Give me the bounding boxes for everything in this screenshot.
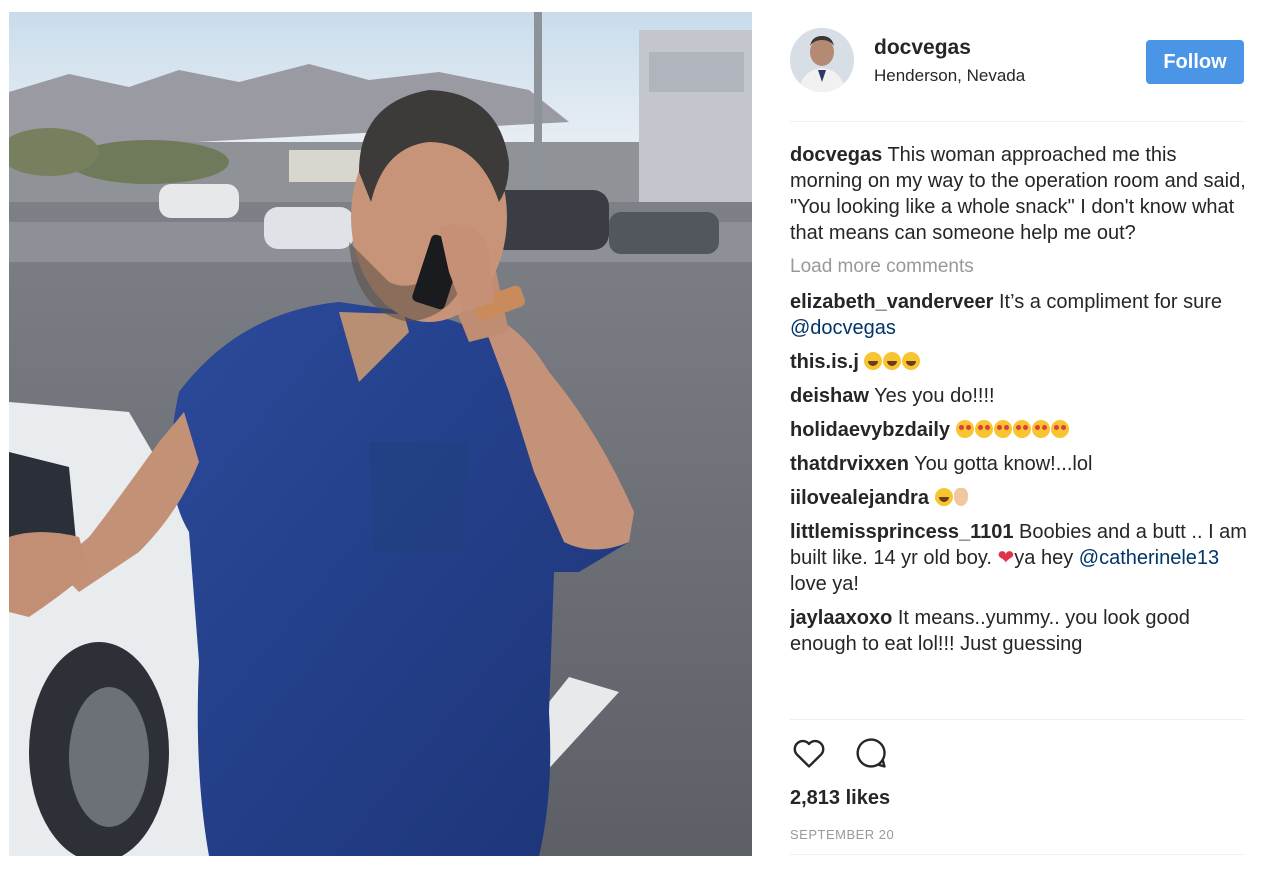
post-photo-illustration [9, 12, 752, 856]
avatar[interactable] [790, 28, 854, 92]
comment-username[interactable]: deishaw [790, 385, 869, 407]
heart-eyes-emoji-icon [1012, 420, 1031, 438]
list-item: jaylaaxoxo It means..yummy.. you look go… [790, 605, 1248, 657]
laughing-emoji-icon [902, 352, 921, 370]
comment-text: It’s a compliment for sure [999, 291, 1223, 313]
comment-mention[interactable]: @docvegas [790, 317, 896, 339]
list-item: deishaw Yes you do!!!! [790, 383, 1248, 409]
comment-username[interactable]: iilovealejandra [790, 487, 929, 509]
heart-outline-icon[interactable] [790, 734, 828, 772]
comment-bubble-icon[interactable] [852, 734, 890, 772]
ok-hand-emoji-icon [953, 488, 968, 506]
heart-eyes-emoji-icon [955, 420, 974, 438]
post-side-panel: docvegas Henderson, Nevada Follow docveg… [772, 12, 1250, 872]
caption-username[interactable]: docvegas [790, 144, 882, 166]
list-item: holidaevybzdaily [790, 417, 1248, 443]
laughing-emoji-icon [934, 488, 953, 506]
comment-mention[interactable]: @catherinele13 [1079, 547, 1219, 569]
laughing-emoji-icon [864, 352, 883, 370]
heart-eyes-emoji-icon [974, 420, 993, 438]
post-header: docvegas Henderson, Nevada Follow [790, 28, 1245, 98]
follow-button[interactable]: Follow [1146, 40, 1244, 84]
post-caption: docvegas This woman approached me this m… [790, 142, 1248, 246]
comment-username[interactable]: thatdrvixxen [790, 453, 909, 475]
list-item: thatdrvixxen You gotta know!...lol [790, 451, 1248, 477]
comment-text: You gotta know!...lol [914, 453, 1093, 475]
red-heart-emoji-icon: ❤ [997, 547, 1015, 569]
post-photo[interactable] [9, 12, 752, 856]
comments-fade [790, 700, 1248, 720]
actions-divider [790, 719, 1245, 720]
laughing-emoji-icon [883, 352, 902, 370]
list-item: this.is.j [790, 349, 1248, 375]
footer-divider [790, 854, 1245, 855]
comments-list[interactable]: docvegas This woman approached me this m… [790, 142, 1248, 717]
heart-eyes-emoji-icon [1050, 420, 1069, 438]
author-location[interactable]: Henderson, Nevada [874, 66, 1025, 86]
heart-eyes-emoji-icon [993, 420, 1012, 438]
comment-text: Yes you do!!!! [874, 385, 995, 407]
header-divider [790, 121, 1245, 122]
load-more-comments-button[interactable]: Load more comments [790, 254, 1248, 280]
list-item: littlemissprincess_1101 Boobies and a bu… [790, 519, 1248, 597]
action-bar [790, 734, 1245, 774]
heart-eyes-emoji-icon [1031, 420, 1050, 438]
comment-username[interactable]: jaylaaxoxo [790, 607, 892, 629]
author-username[interactable]: docvegas [874, 36, 971, 60]
comment-username[interactable]: elizabeth_vanderveer [790, 291, 993, 313]
comment-username[interactable]: littlemissprincess_1101 [790, 521, 1013, 543]
like-count[interactable]: 2,813 likes [790, 787, 890, 810]
list-item: elizabeth_vanderveer It’s a compliment f… [790, 289, 1248, 341]
post-date[interactable]: SEPTEMBER 20 [790, 827, 894, 842]
comment-username[interactable]: this.is.j [790, 351, 859, 373]
comment-text-3: love ya! [790, 573, 859, 595]
comment-username[interactable]: holidaevybzdaily [790, 419, 950, 441]
comment-text-2: ya hey [1014, 547, 1074, 569]
list-item: iilovealejandra [790, 485, 1248, 511]
